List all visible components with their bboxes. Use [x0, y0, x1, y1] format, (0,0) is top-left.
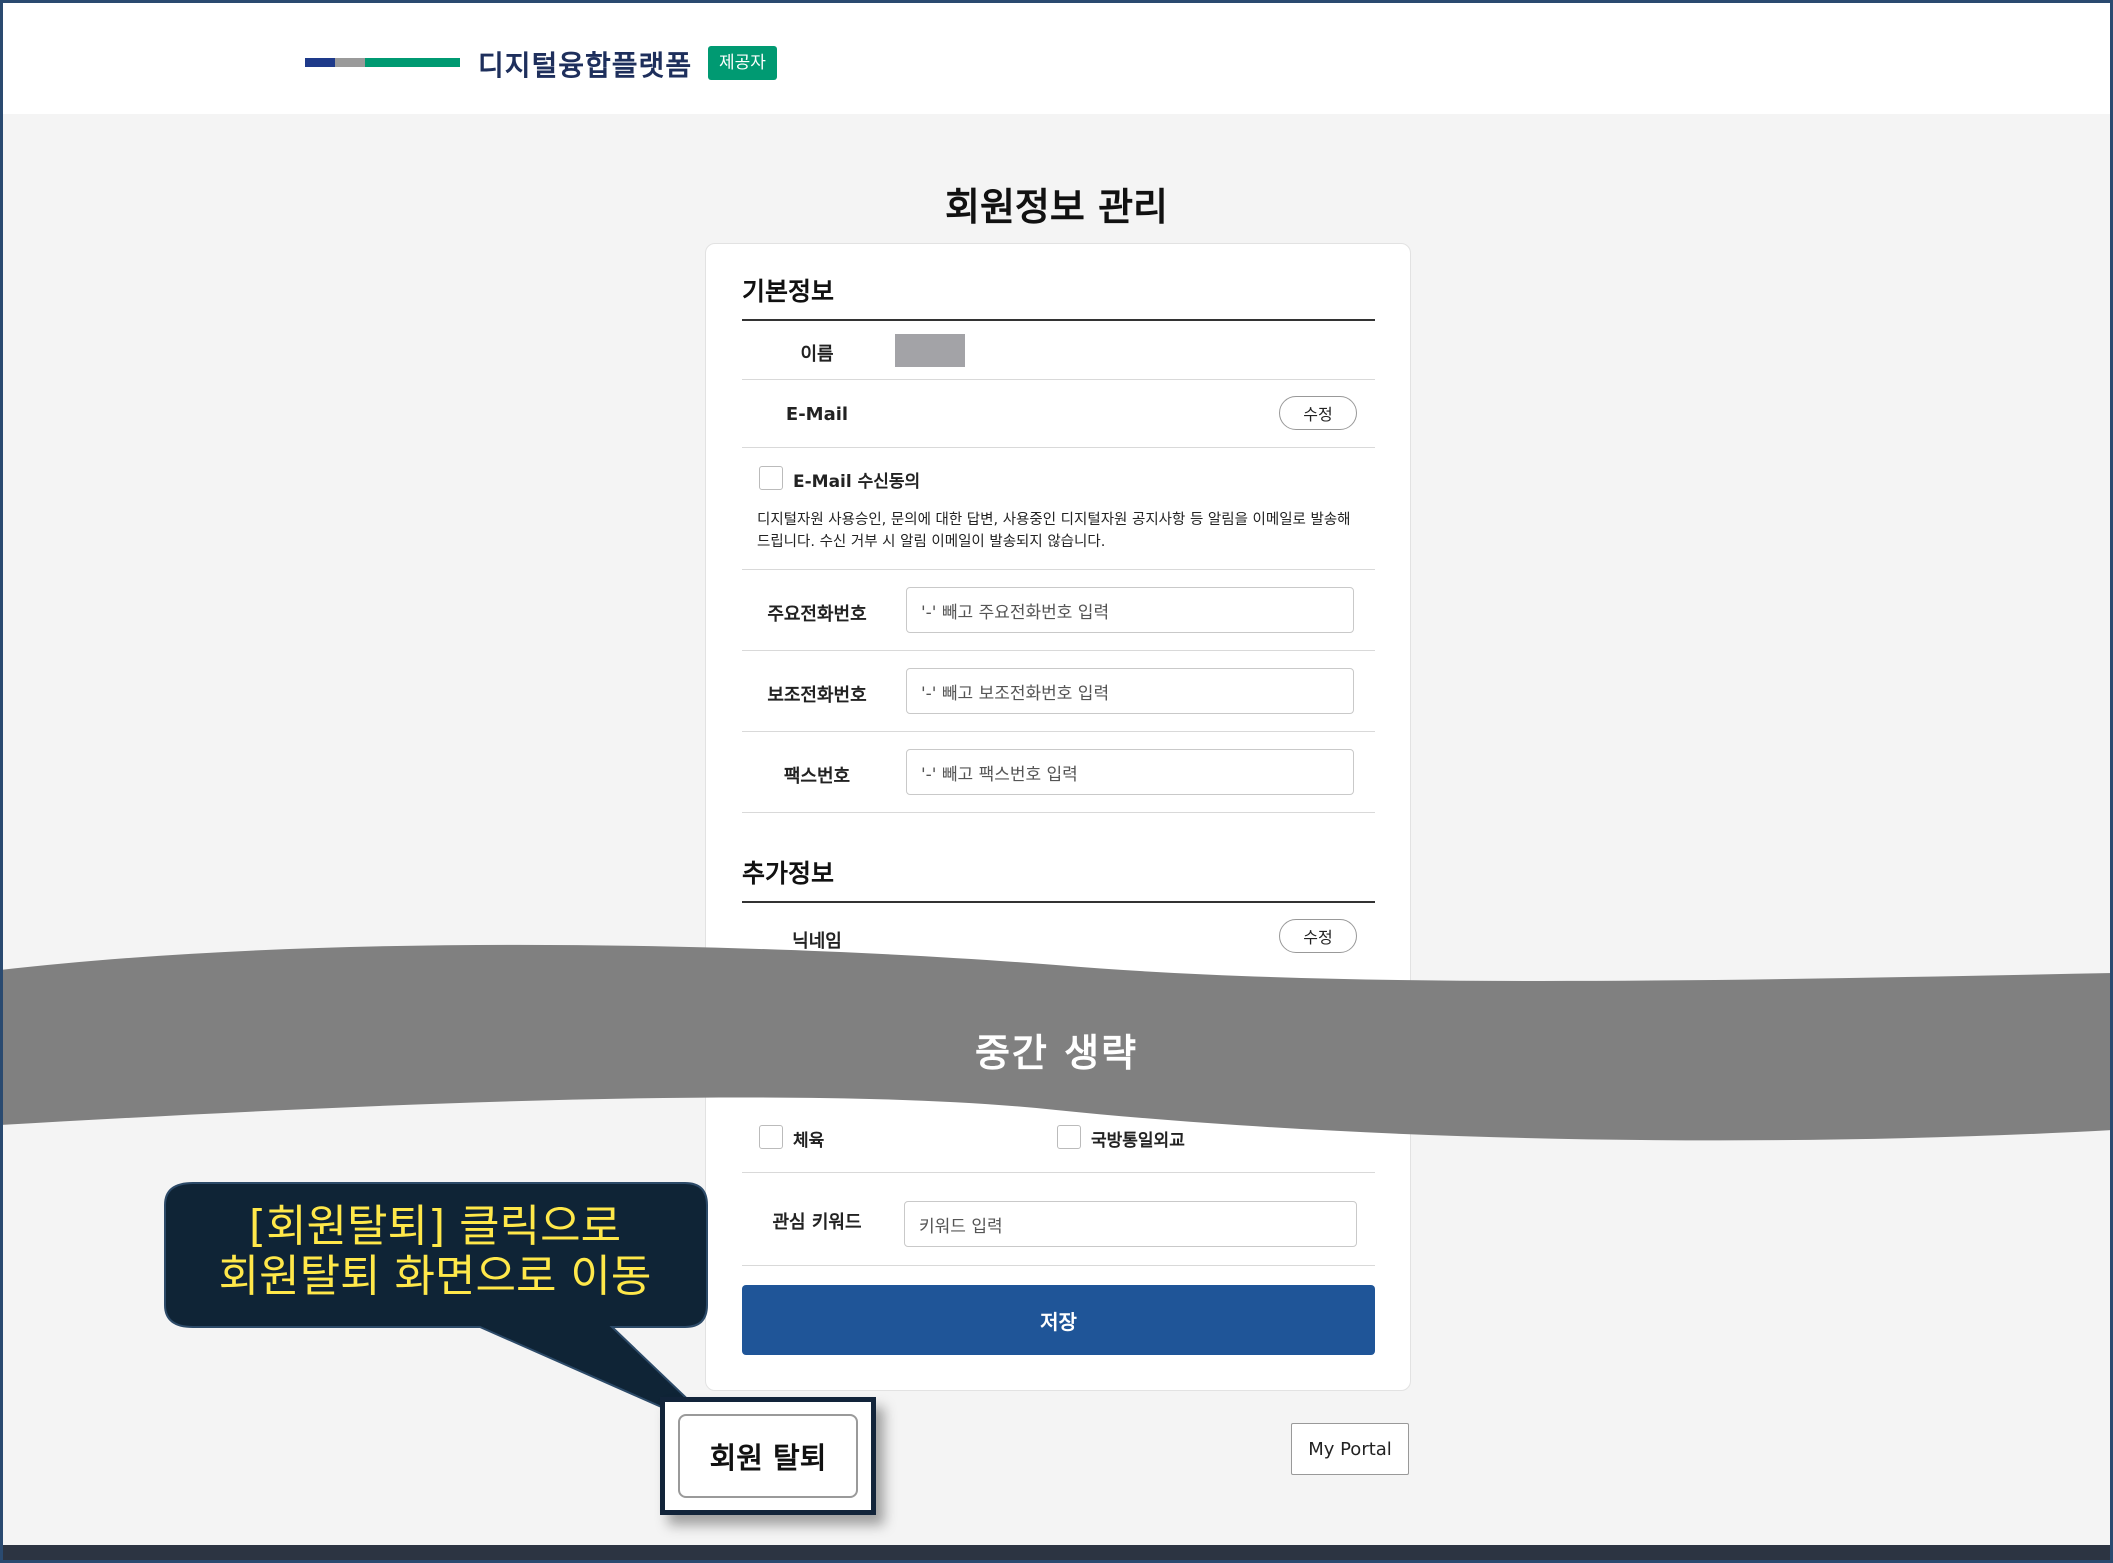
callout-line-1: [회원탈퇴] 클릭으로	[248, 1201, 622, 1252]
callout-text: [회원탈퇴] 클릭으로 회원탈퇴 화면으로 이동	[165, 1202, 705, 1302]
callout-line-2: 회원탈퇴 화면으로 이동	[218, 1251, 652, 1302]
withdraw-button[interactable]: 회원 탈퇴	[678, 1414, 858, 1498]
callout-bubble	[164, 1182, 726, 1436]
